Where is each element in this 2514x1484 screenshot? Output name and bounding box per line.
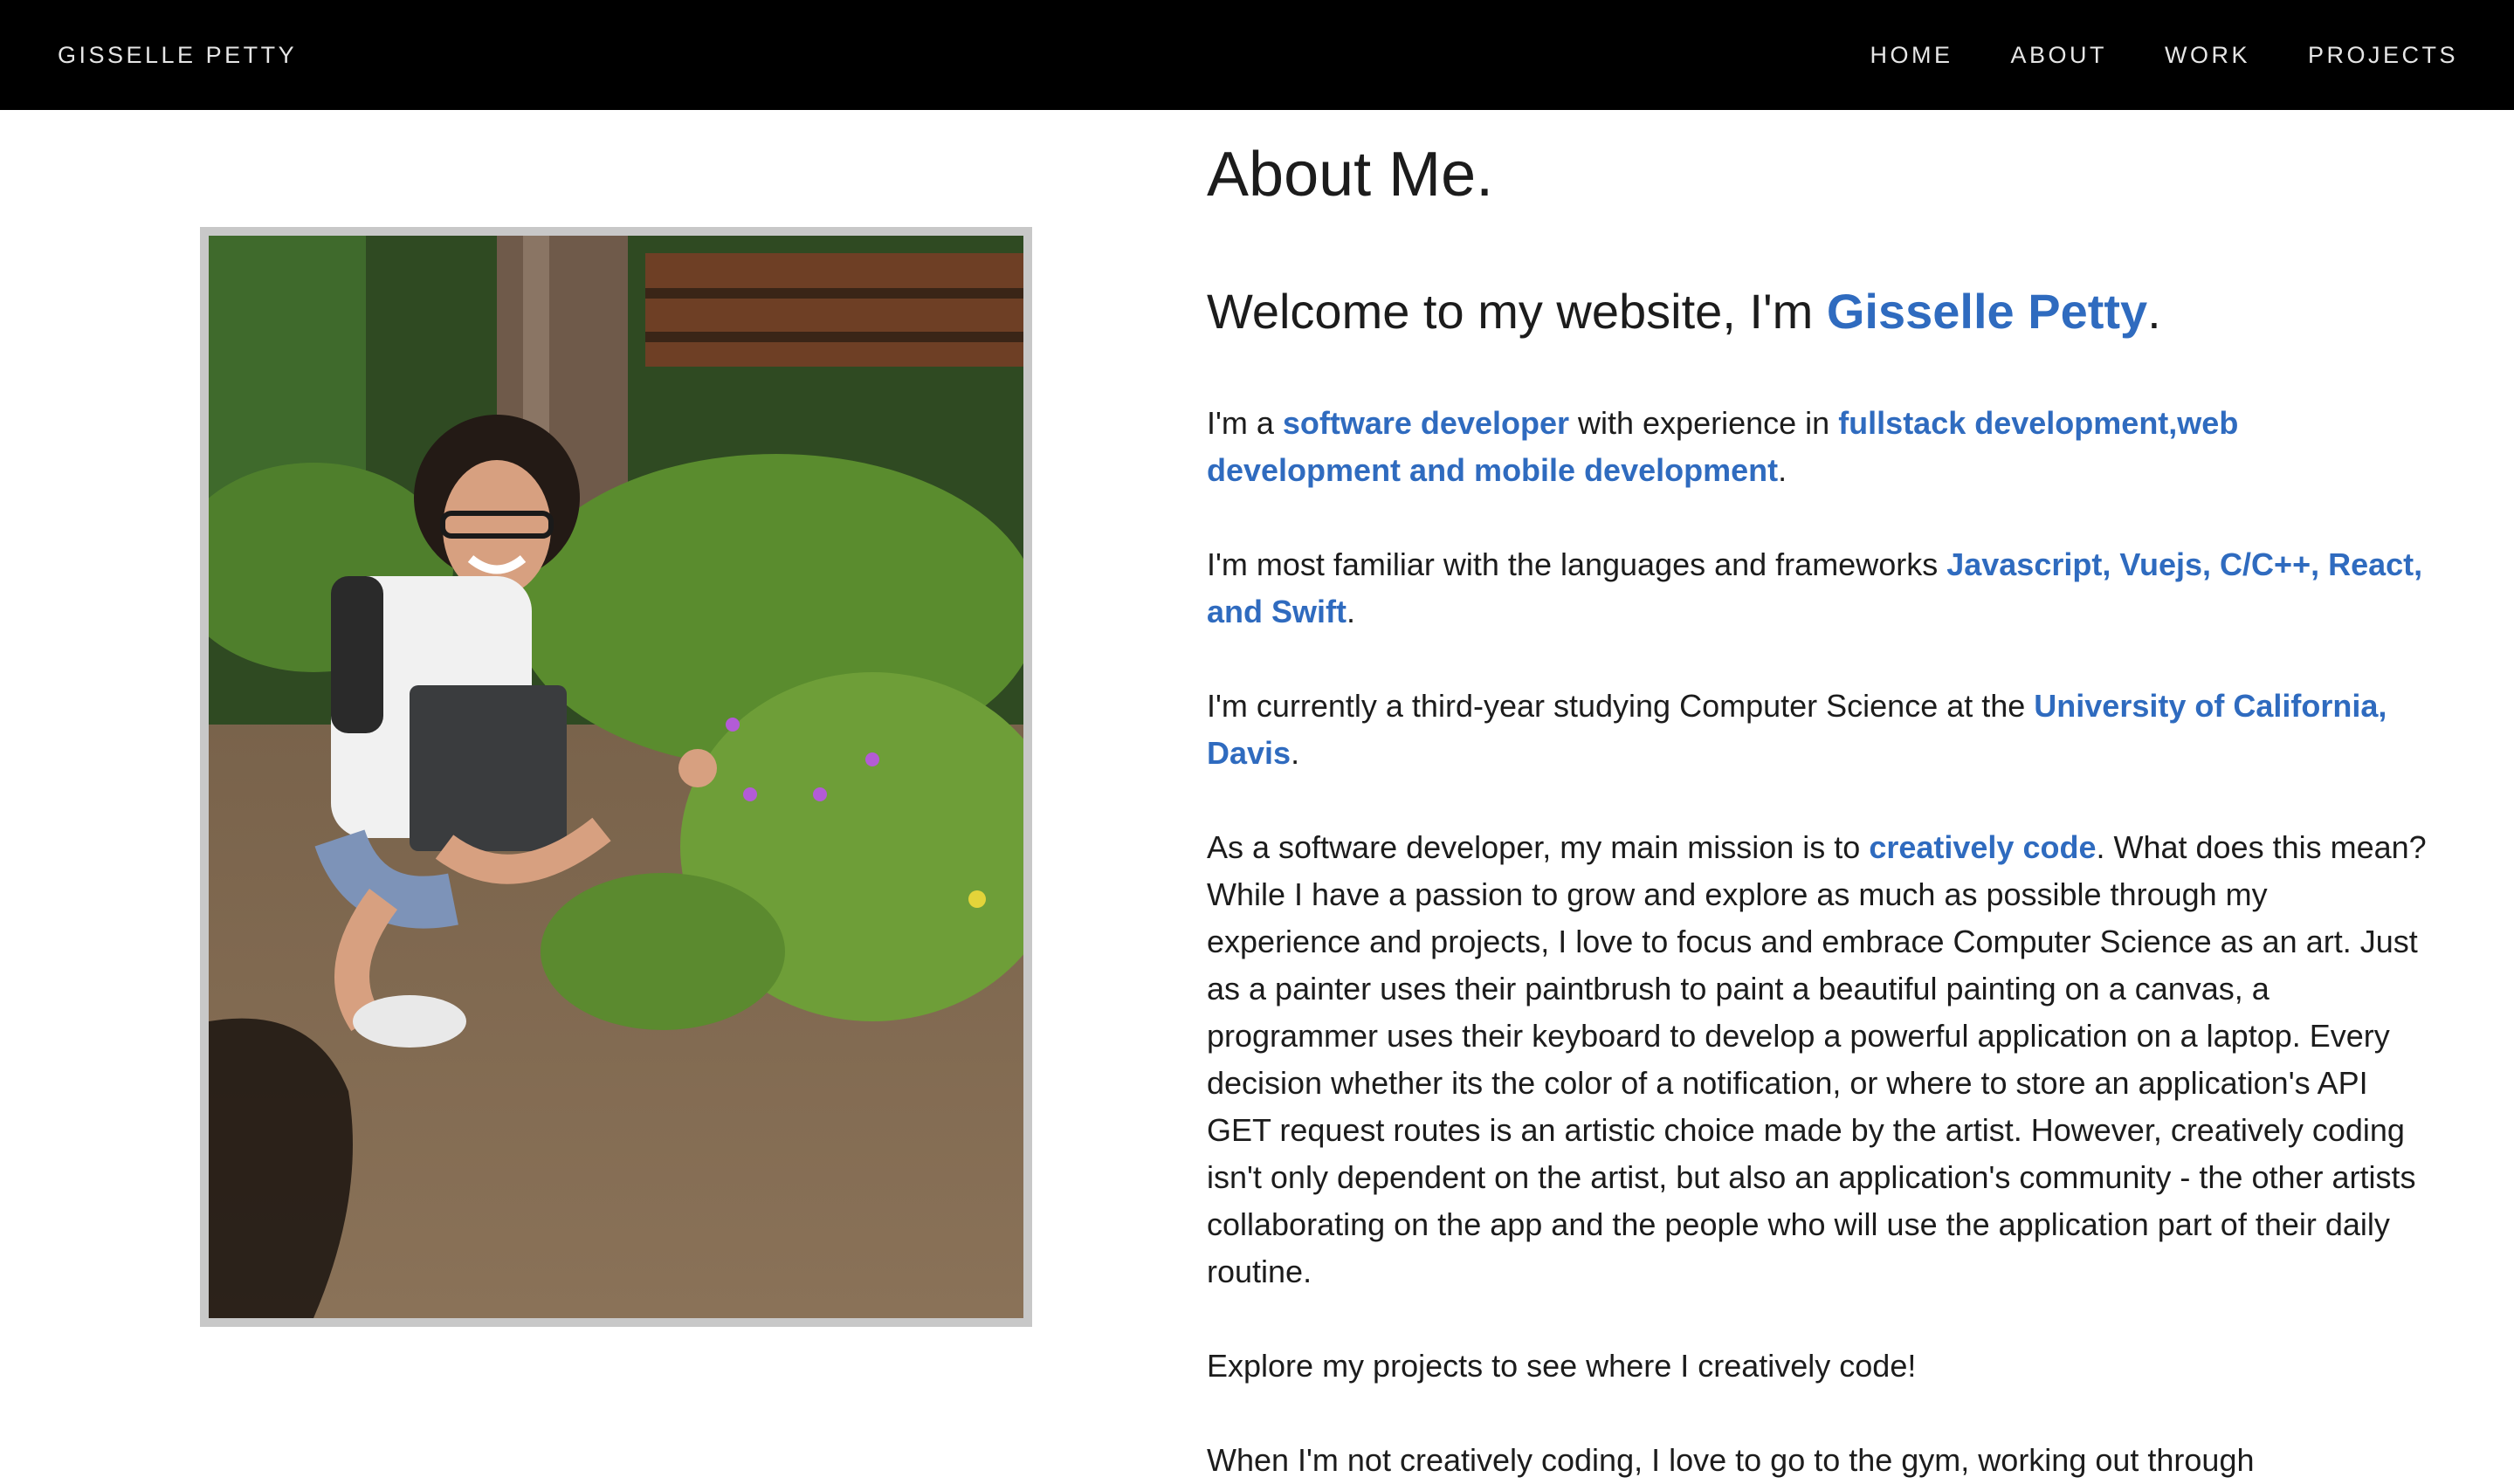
mission-paragraph: As a software developer, my main mission…: [1207, 824, 2429, 1295]
intro-text-2: with experience in: [1569, 405, 1839, 441]
languages-text-2: .: [1347, 594, 1356, 629]
nav-about[interactable]: ABOUT: [2010, 40, 2107, 70]
explore-paragraph: Explore my projects to see where I creat…: [1207, 1348, 1917, 1384]
education-text-1: I'm currently a third-year studying Comp…: [1207, 688, 2035, 724]
welcome-heading: Welcome to my website, I'm Gisselle Pett…: [1207, 279, 2429, 344]
languages-paragraph: I'm most familiar with the languages and…: [1207, 541, 2429, 636]
education-text-2: .: [1291, 735, 1300, 771]
page-title: About Me.: [1207, 140, 1494, 210]
intro-text-3: .: [1778, 452, 1787, 488]
intro-text-1: I'm a: [1207, 405, 1283, 441]
mission-text-1: As a software developer, my main mission…: [1207, 829, 1870, 865]
intro-paragraph: I'm a software developer with experience…: [1207, 400, 2429, 494]
education-paragraph: I'm currently a third-year studying Comp…: [1207, 683, 2429, 777]
top-navbar: GISSELLE PETTY HOME ABOUT WORK PROJECTS: [0, 0, 2514, 110]
brand-link[interactable]: GISSELLE PETTY: [58, 40, 297, 70]
profile-photo-frame: [200, 227, 1032, 1327]
hobbies-paragraph: When I'm not creatively coding, I love t…: [1207, 1442, 2255, 1478]
welcome-suffix: .: [2147, 284, 2161, 339]
nav-links: HOME ABOUT WORK PROJECTS: [1870, 40, 2458, 70]
profile-photo: [209, 236, 1023, 1318]
nav-projects[interactable]: PROJECTS: [2308, 40, 2458, 70]
about-section: About Me. Welcome to my website, I'm Gis…: [1207, 131, 2429, 1484]
nav-home[interactable]: HOME: [1870, 40, 1953, 70]
portrait-photo-illustration: [209, 236, 1023, 1318]
intro-highlight-role: software developer: [1282, 405, 1570, 441]
mission-highlight: creatively code: [1869, 829, 2097, 865]
mission-text-2: . What does this mean? While I have a pa…: [1207, 829, 2427, 1289]
welcome-prefix: Welcome to my website, I'm: [1207, 284, 1827, 339]
welcome-name: Gisselle Petty: [1826, 284, 2148, 339]
languages-text-1: I'm most familiar with the languages and…: [1207, 546, 1947, 582]
nav-work[interactable]: WORK: [2165, 40, 2250, 70]
